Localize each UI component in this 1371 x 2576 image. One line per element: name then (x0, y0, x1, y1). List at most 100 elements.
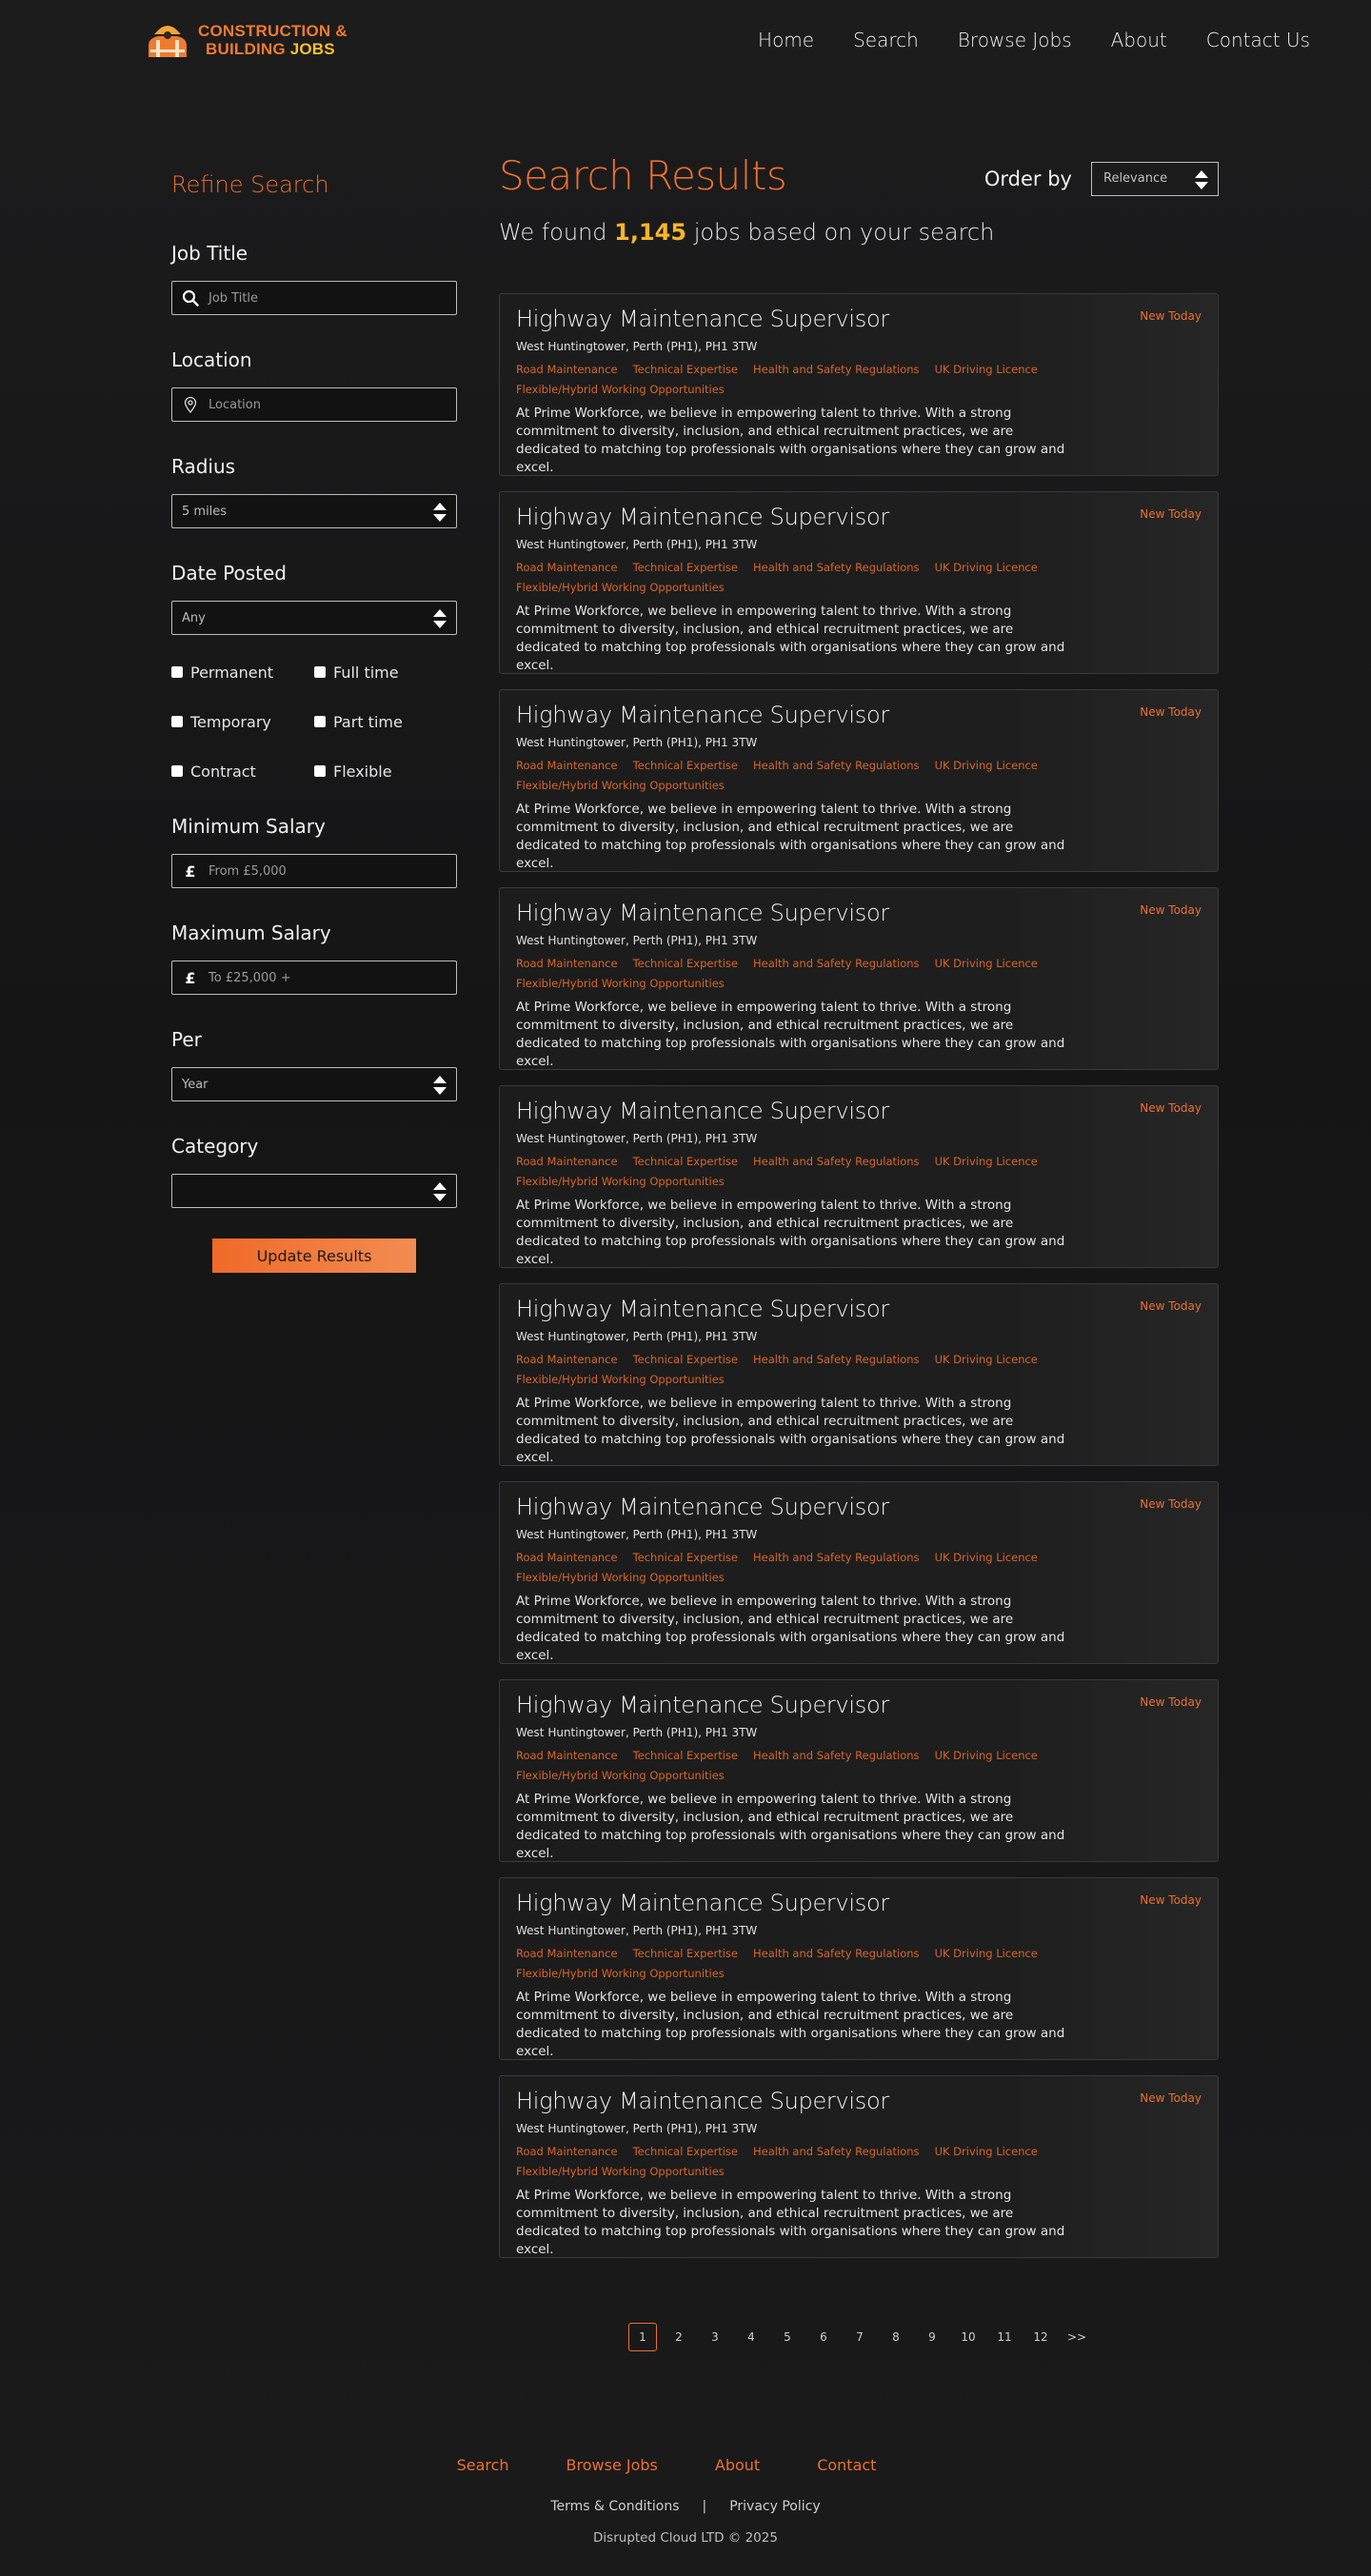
job-tag[interactable]: Flexible/Hybrid Working Opportunities (516, 2165, 725, 2181)
job-tag[interactable]: Road Maintenance (516, 1353, 618, 1369)
job-card[interactable]: Highway Maintenance Supervisor New Today W… (499, 491, 1219, 674)
job-card[interactable]: Highway Maintenance Supervisor New Today W… (499, 1283, 1219, 1466)
job-tag[interactable]: UK Driving Licence (935, 1551, 1038, 1567)
job-tag[interactable]: Technical Expertise (633, 2145, 738, 2161)
minimum-salary-input[interactable]: £ From £5,000 (171, 854, 457, 888)
job-tag[interactable]: Road Maintenance (516, 1155, 618, 1171)
job-title[interactable]: Highway Maintenance Supervisor (516, 2088, 1202, 2118)
job-title-input[interactable]: Job Title (171, 281, 457, 315)
job-tag[interactable]: Health and Safety Regulations (753, 363, 920, 379)
page-number[interactable]: 2 (665, 2323, 693, 2351)
job-tag[interactable]: Flexible/Hybrid Working Opportunities (516, 779, 725, 795)
category-select[interactable] (171, 1174, 457, 1208)
page-number[interactable]: 1 (628, 2323, 657, 2351)
job-tag[interactable]: Health and Safety Regulations (753, 1155, 920, 1171)
job-tag[interactable]: Flexible/Hybrid Working Opportunities (516, 1769, 725, 1785)
nav-contact-us[interactable]: Contact Us (1206, 29, 1310, 51)
job-tag[interactable]: Technical Expertise (633, 1551, 738, 1567)
job-title[interactable]: Highway Maintenance Supervisor (516, 1692, 1202, 1722)
job-tag[interactable]: Health and Safety Regulations (753, 2145, 920, 2161)
next-page-button[interactable]: >> (1063, 2323, 1091, 2351)
nav-about[interactable]: About (1111, 29, 1167, 51)
job-card[interactable]: Highway Maintenance Supervisor New Today W… (499, 689, 1219, 872)
checkbox-permanent[interactable]: Permanent (171, 664, 314, 682)
checkbox-full-time[interactable]: Full time (314, 664, 457, 682)
job-tag[interactable]: Technical Expertise (633, 1749, 738, 1765)
job-tag[interactable]: Flexible/Hybrid Working Opportunities (516, 1373, 725, 1389)
job-tag[interactable]: Flexible/Hybrid Working Opportunities (516, 383, 725, 399)
job-tag[interactable]: Technical Expertise (633, 1947, 738, 1963)
job-tag[interactable]: UK Driving Licence (935, 759, 1038, 775)
footer-link-search[interactable]: Search (457, 2456, 509, 2474)
page-number[interactable]: 3 (701, 2323, 729, 2351)
job-tag[interactable]: Health and Safety Regulations (753, 1353, 920, 1369)
page-number[interactable]: 5 (773, 2323, 802, 2351)
footer-link-about[interactable]: About (715, 2456, 760, 2474)
job-tag[interactable]: Flexible/Hybrid Working Opportunities (516, 1175, 725, 1191)
job-tag[interactable]: Road Maintenance (516, 759, 618, 775)
job-tag[interactable]: UK Driving Licence (935, 1749, 1038, 1765)
checkbox-part-time[interactable]: Part time (314, 713, 457, 731)
job-tag[interactable]: Flexible/Hybrid Working Opportunities (516, 977, 725, 993)
job-title[interactable]: Highway Maintenance Supervisor (516, 1098, 1202, 1128)
site-logo[interactable]: CONSTRUCTION & BUILDING JOBS (143, 21, 348, 59)
page-number[interactable]: 4 (737, 2323, 765, 2351)
order-by-select[interactable]: Relevance (1091, 162, 1219, 196)
job-tag[interactable]: UK Driving Licence (935, 957, 1038, 973)
job-card[interactable]: Highway Maintenance Supervisor New Today W… (499, 1085, 1219, 1268)
job-tag[interactable]: Technical Expertise (633, 363, 738, 379)
job-title[interactable]: Highway Maintenance Supervisor (516, 1494, 1202, 1524)
job-tag[interactable]: Health and Safety Regulations (753, 1551, 920, 1567)
maximum-salary-input[interactable]: £ To £25,000 + (171, 961, 457, 995)
checkbox[interactable] (314, 765, 326, 777)
page-number[interactable]: 6 (809, 2323, 838, 2351)
date-posted-select[interactable]: Any (171, 601, 457, 635)
job-tag[interactable]: Health and Safety Regulations (753, 561, 920, 577)
nav-browse-jobs[interactable]: Browse Jobs (958, 29, 1072, 51)
job-tag[interactable]: UK Driving Licence (935, 1155, 1038, 1171)
location-input[interactable]: Location (171, 387, 457, 422)
job-tag[interactable]: UK Driving Licence (935, 1353, 1038, 1369)
nav-search[interactable]: Search (853, 29, 919, 51)
page-number[interactable]: 11 (990, 2323, 1019, 2351)
job-card[interactable]: Highway Maintenance Supervisor New Today W… (499, 887, 1219, 1070)
job-tag[interactable]: Flexible/Hybrid Working Opportunities (516, 1967, 725, 1983)
per-select[interactable]: Year (171, 1067, 457, 1101)
update-results-button[interactable]: Update Results (212, 1238, 416, 1273)
job-card[interactable]: Highway Maintenance Supervisor New Today W… (499, 1877, 1219, 2060)
job-tag[interactable]: Road Maintenance (516, 363, 618, 379)
job-title[interactable]: Highway Maintenance Supervisor (516, 1890, 1202, 1920)
job-title[interactable]: Highway Maintenance Supervisor (516, 900, 1202, 930)
checkbox-contract[interactable]: Contract (171, 763, 314, 781)
checkbox-flexible[interactable]: Flexible (314, 763, 457, 781)
page-number[interactable]: 9 (918, 2323, 946, 2351)
job-tag[interactable]: Technical Expertise (633, 1155, 738, 1171)
checkbox[interactable] (171, 765, 183, 777)
page-number[interactable]: 12 (1026, 2323, 1055, 2351)
footer-link-browse-jobs[interactable]: Browse Jobs (566, 2456, 658, 2474)
page-number[interactable]: 8 (882, 2323, 910, 2351)
job-tag[interactable]: Road Maintenance (516, 957, 618, 973)
job-tag[interactable]: Road Maintenance (516, 1551, 618, 1567)
job-title[interactable]: Highway Maintenance Supervisor (516, 306, 1202, 336)
job-tag[interactable]: Road Maintenance (516, 1947, 618, 1963)
job-tag[interactable]: Road Maintenance (516, 561, 618, 577)
job-tag[interactable]: UK Driving Licence (935, 1947, 1038, 1963)
job-tag[interactable]: Health and Safety Regulations (753, 957, 920, 973)
checkbox[interactable] (314, 716, 326, 727)
job-tag[interactable]: UK Driving Licence (935, 561, 1038, 577)
page-number[interactable]: 10 (954, 2323, 983, 2351)
job-tag[interactable]: Health and Safety Regulations (753, 1749, 920, 1765)
job-card[interactable]: Highway Maintenance Supervisor New Today W… (499, 1679, 1219, 1862)
job-tag[interactable]: Health and Safety Regulations (753, 1947, 920, 1963)
job-tag[interactable]: Technical Expertise (633, 1353, 738, 1369)
job-tag[interactable]: UK Driving Licence (935, 363, 1038, 379)
job-tag[interactable]: UK Driving Licence (935, 2145, 1038, 2161)
job-card[interactable]: Highway Maintenance Supervisor New Today W… (499, 2075, 1219, 2258)
terms-link[interactable]: Terms & Conditions (550, 2499, 679, 2514)
job-tag[interactable]: Road Maintenance (516, 2145, 618, 2161)
job-title[interactable]: Highway Maintenance Supervisor (516, 504, 1202, 534)
job-tag[interactable]: Health and Safety Regulations (753, 759, 920, 775)
job-card[interactable]: Highway Maintenance Supervisor New Today W… (499, 293, 1219, 476)
footer-link-contact[interactable]: Contact (817, 2456, 876, 2474)
